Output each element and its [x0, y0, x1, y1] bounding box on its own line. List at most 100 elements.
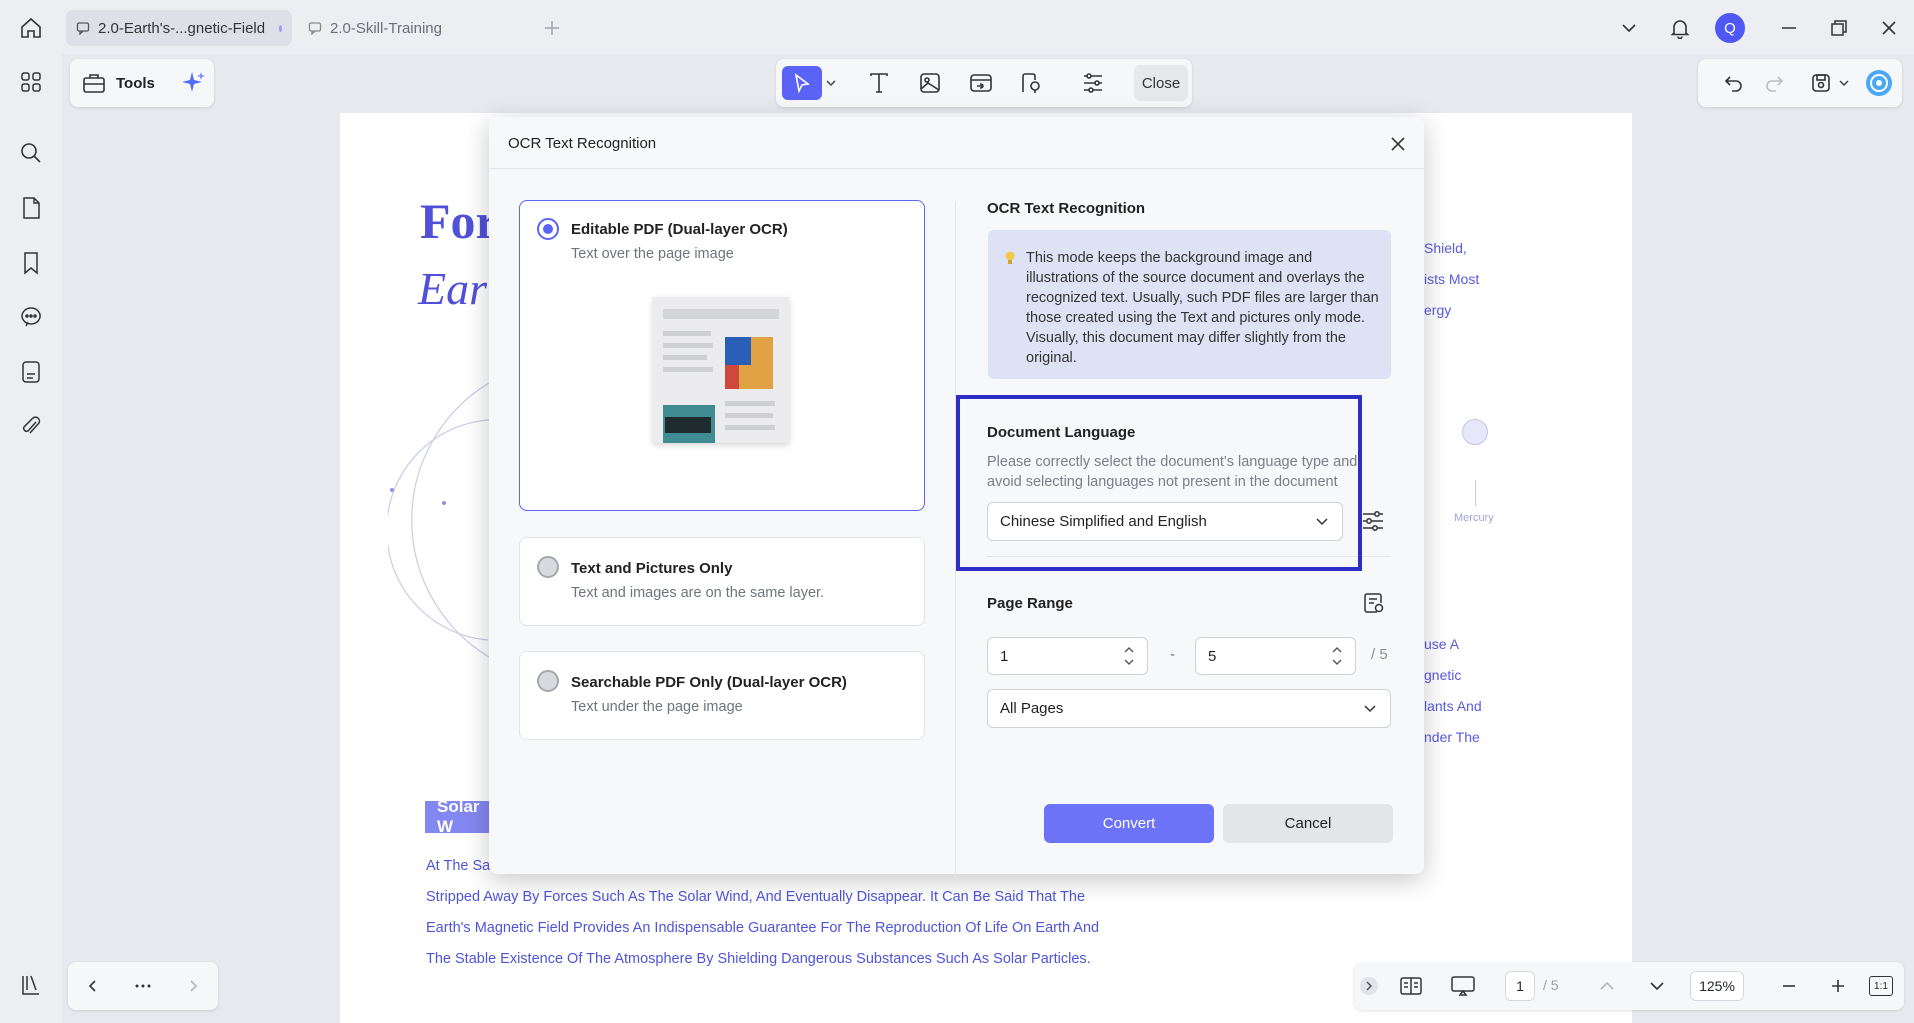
comment-icon [76, 21, 90, 35]
properties-icon[interactable] [1076, 66, 1110, 100]
doc-text-line: lants And [1424, 698, 1482, 714]
close-window-icon[interactable] [1873, 12, 1905, 44]
close-edit-button[interactable]: Close [1134, 65, 1188, 101]
home-icon[interactable] [14, 14, 48, 42]
doc-text-line: Shield, [1424, 240, 1467, 256]
doc-paragraph-line: Stripped Away By Forces Such As The Sola… [426, 889, 1086, 905]
ai-assistant-icon[interactable] [1862, 66, 1896, 100]
dialog-header: OCR Text Recognition [489, 117, 1424, 169]
planet-label-line [1475, 480, 1476, 506]
option-subtitle: Text and images are on the same layer. [571, 585, 825, 601]
image-tool-icon[interactable] [913, 66, 947, 100]
add-tab-button[interactable] [540, 16, 564, 40]
doc-text-line: gnetic [1424, 667, 1462, 683]
option-title: Text and Pictures Only [571, 560, 733, 577]
presentation-icon[interactable] [1446, 969, 1480, 1003]
page-number-input[interactable]: 1 [1505, 971, 1535, 1001]
edit-toolbar: Close [776, 59, 1192, 107]
chevron-down-icon[interactable] [822, 66, 840, 100]
stamp-tool-icon[interactable] [1014, 66, 1048, 100]
radio-text-and-pictures[interactable] [537, 556, 559, 578]
stepper-icon[interactable] [1123, 644, 1135, 668]
tab-skill-training[interactable]: 2.0-Skill-Training [298, 10, 518, 46]
document-title: For [420, 193, 498, 249]
bell-icon[interactable] [1664, 12, 1696, 44]
tab-earth-magnetic-field[interactable]: 2.0-Earth's-...gnetic-Field [66, 10, 292, 46]
page-range-to-input[interactable]: 5 [1195, 637, 1356, 675]
chevron-right-icon[interactable] [176, 969, 210, 1003]
paperclip-icon[interactable] [14, 409, 48, 443]
bottom-nav-bar [68, 962, 218, 1010]
status-bar: 1 / 5 125% 1:1 [1354, 962, 1904, 1010]
redo-icon[interactable] [1758, 66, 1792, 100]
option-subtitle: Text under the page image [571, 699, 743, 715]
page-selection-value: All Pages [1000, 700, 1064, 717]
chevron-left-icon[interactable] [76, 969, 110, 1003]
bookmark-icon[interactable] [14, 246, 48, 280]
option-editable-pdf[interactable]: Editable PDF (Dual-layer OCR) Text over … [519, 200, 925, 511]
select-tool-button[interactable] [782, 66, 822, 100]
lightbulb-icon [1004, 250, 1016, 266]
apps-grid-icon[interactable] [14, 65, 48, 99]
page-range-title: Page Range [987, 595, 1073, 612]
ai-sparkle-icon[interactable] [181, 70, 207, 96]
doc-paragraph-line: Earth's Magnetic Field Provides An Indis… [426, 920, 1100, 936]
close-icon[interactable] [1387, 133, 1409, 155]
chevron-up-icon[interactable] [1590, 969, 1624, 1003]
comment-icon [308, 21, 322, 35]
doc-text-line: nder The [1424, 729, 1480, 745]
stepper-icon[interactable] [1331, 644, 1343, 668]
page-layout-icon[interactable] [1394, 969, 1428, 1003]
section-title: OCR Text Recognition [987, 200, 1146, 217]
collapse-icon[interactable] [1356, 969, 1382, 1003]
document-subtitle: Ear [418, 263, 487, 314]
option-searchable-pdf[interactable]: Searchable PDF Only (Dual-layer OCR) Tex… [519, 651, 925, 740]
comments-icon[interactable] [14, 300, 48, 334]
radio-editable-pdf[interactable] [537, 218, 559, 240]
zoom-in-icon[interactable] [1821, 969, 1855, 1003]
actual-size-label: 1:1 [1869, 976, 1893, 996]
doc-text-line: ists Most [1424, 271, 1480, 287]
tools-button[interactable]: Tools [70, 59, 214, 107]
radio-searchable-pdf[interactable] [537, 670, 559, 692]
doc-paragraph-line: At The Sa [426, 858, 491, 874]
pages-icon[interactable] [14, 191, 48, 225]
minimize-icon[interactable] [1773, 12, 1805, 44]
text-tool-icon[interactable] [862, 66, 896, 100]
page-selection-select[interactable]: All Pages [987, 689, 1391, 728]
chevron-down-icon[interactable] [1640, 969, 1674, 1003]
chevron-down-icon[interactable] [1613, 12, 1645, 44]
option-subtitle: Text over the page image [571, 246, 734, 262]
more-icon[interactable] [126, 969, 160, 1003]
dialog-title: OCR Text Recognition [508, 135, 657, 152]
search-icon[interactable] [14, 136, 48, 170]
doc-text-line: ergy [1424, 302, 1452, 318]
avatar[interactable]: Q [1715, 13, 1745, 43]
chevron-down-icon [1364, 704, 1376, 713]
tools-label: Tools [116, 74, 155, 92]
page-from-value: 1 [1000, 647, 1009, 665]
actual-size-button[interactable]: 1:1 [1864, 969, 1898, 1003]
page-to-value: 5 [1208, 647, 1217, 665]
page-range-icon[interactable] [1362, 591, 1386, 615]
convert-button[interactable]: Convert [1044, 804, 1214, 843]
library-icon[interactable] [14, 968, 48, 1002]
title-bar: 2.0-Earth's-...gnetic-Field 2.0-Skill-Tr… [0, 0, 1914, 54]
zoom-out-icon[interactable] [1772, 969, 1806, 1003]
zoom-level-input[interactable]: 125% [1690, 971, 1744, 1001]
range-separator: - [1170, 646, 1175, 663]
page-range-from-input[interactable]: 1 [987, 637, 1148, 675]
cancel-button[interactable]: Cancel [1223, 804, 1393, 843]
link-tool-icon[interactable] [964, 66, 998, 100]
language-settings-icon[interactable] [1361, 510, 1385, 532]
right-toolbar [1698, 59, 1902, 107]
chevron-down-icon[interactable] [1836, 66, 1852, 100]
attachment-panel-icon[interactable] [14, 355, 48, 389]
undo-icon[interactable] [1716, 66, 1750, 100]
tab-label: 2.0-Skill-Training [330, 19, 442, 37]
restore-icon[interactable] [1823, 12, 1855, 44]
save-icon[interactable] [1804, 66, 1838, 100]
toolbox-icon [82, 72, 106, 94]
info-text: This mode keeps the background image and… [1026, 250, 1379, 366]
option-text-and-pictures[interactable]: Text and Pictures Only Text and images a… [519, 537, 925, 626]
